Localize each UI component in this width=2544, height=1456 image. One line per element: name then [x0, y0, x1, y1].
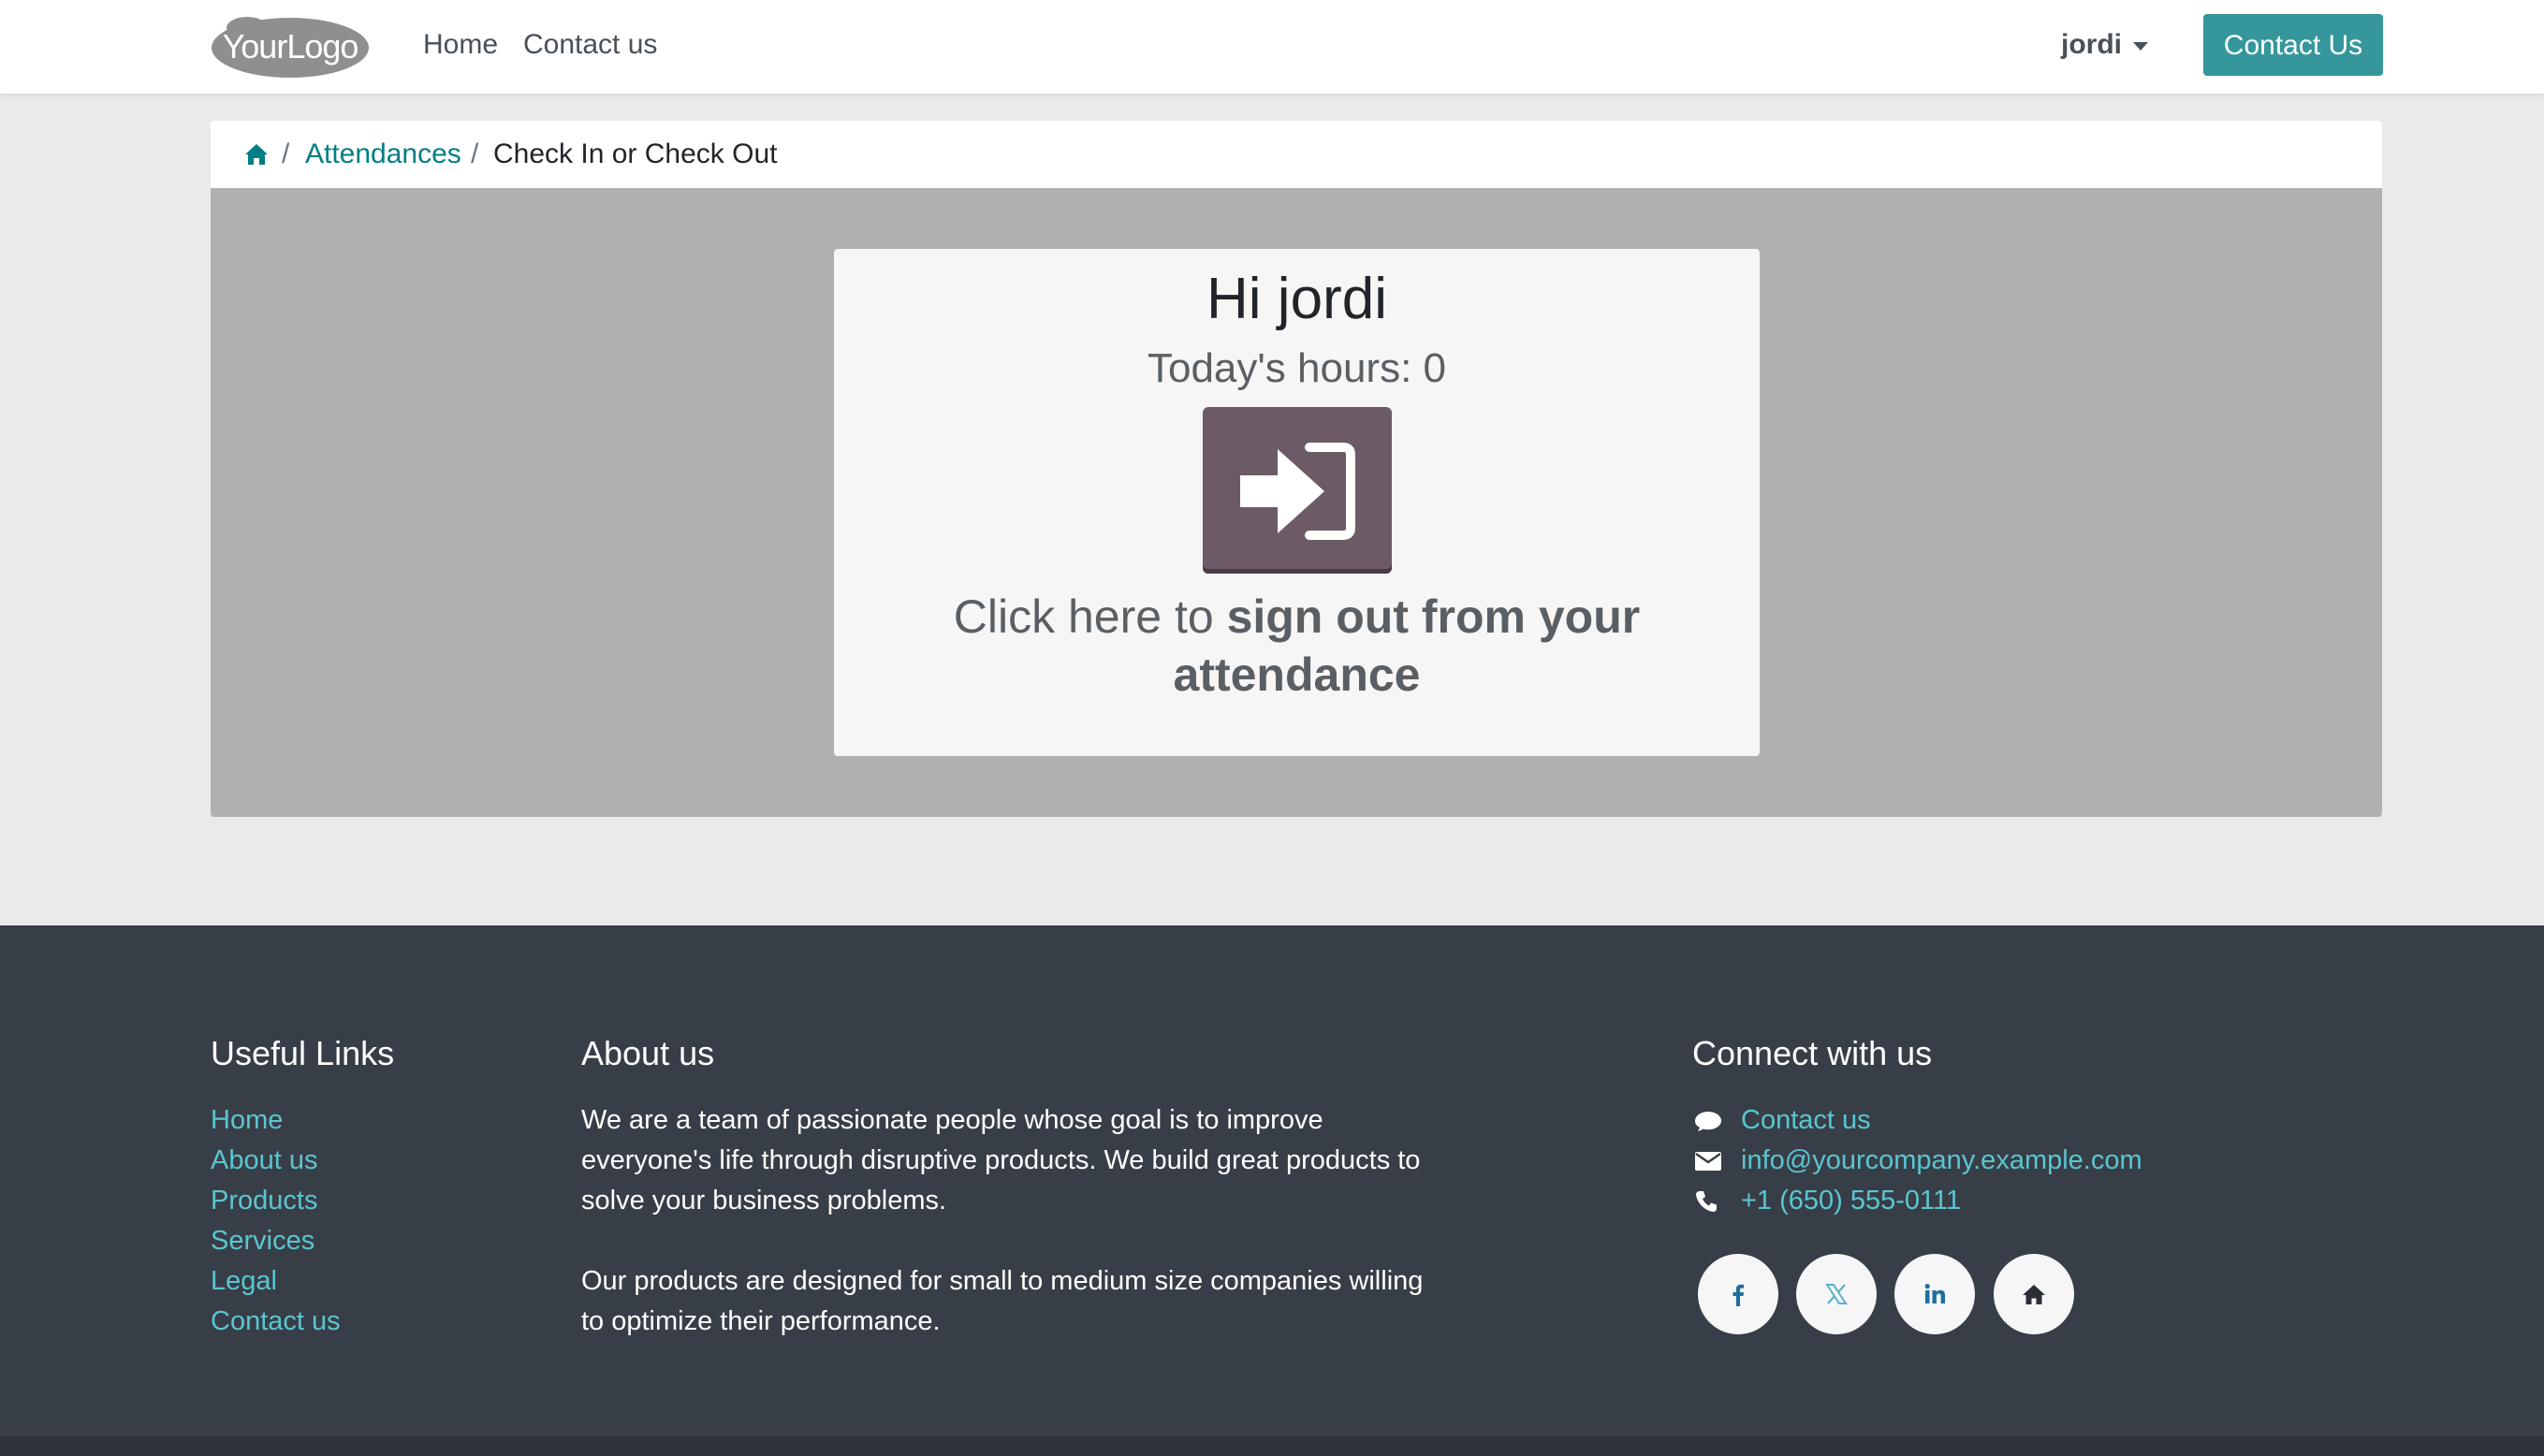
footer-link-services[interactable]: Services — [211, 1226, 314, 1256]
sign-in-arrow-icon — [1240, 442, 1355, 540]
check-out-button[interactable] — [1203, 407, 1392, 574]
prompt-prefix: Click here to — [953, 590, 1214, 643]
useful-links-heading: Useful Links — [211, 1034, 395, 1072]
x-twitter-icon — [1825, 1284, 1848, 1304]
home-icon — [2023, 1285, 2045, 1304]
website-home-button[interactable] — [1994, 1254, 2074, 1334]
about-paragraph: Our products are designed for small to m… — [581, 1266, 1424, 1336]
nav-home-link[interactable]: Home — [423, 28, 498, 62]
breadcrumb-attendances-link[interactable]: Attendances — [305, 121, 461, 188]
caret-down-icon — [2133, 41, 2148, 51]
prompt-action: sign out from your attendance — [1173, 590, 1641, 701]
footer-link-home[interactable]: Home — [211, 1105, 283, 1135]
envelope-icon — [1695, 1152, 1721, 1171]
logo-text: YourLogo — [223, 27, 358, 66]
nav-contact-link[interactable]: Contact us — [523, 28, 657, 62]
comment-icon — [1695, 1112, 1721, 1131]
list-item: Contact us — [1694, 1100, 2142, 1141]
footer-link-about[interactable]: About us — [211, 1145, 317, 1175]
attendance-card: Hi jordi Today's hours: 0 Click here to … — [834, 249, 1760, 756]
facebook-button[interactable] — [1698, 1254, 1778, 1334]
about-heading: About us — [581, 1034, 715, 1072]
about-text: We are a team of passionate people whose… — [581, 1100, 1452, 1382]
list-item: Services — [211, 1221, 341, 1261]
linkedin-icon — [1924, 1284, 1945, 1303]
user-dropdown[interactable]: jordi — [2061, 28, 2148, 62]
footer-link-legal[interactable]: Legal — [211, 1266, 277, 1296]
breadcrumb-current: Check In or Check Out — [493, 138, 778, 169]
about-paragraph: We are a team of passionate people whose… — [581, 1105, 1421, 1216]
footer-copyright-bar — [0, 1436, 2544, 1456]
list-item: +1 (650) 555-0111 — [1694, 1181, 2142, 1221]
contact-us-button[interactable]: Contact Us — [2203, 14, 2383, 76]
list-item: info@yourcompany.example.com — [1694, 1141, 2142, 1181]
linkedin-button[interactable] — [1894, 1254, 1975, 1334]
list-item: Legal — [211, 1261, 341, 1302]
home-icon[interactable] — [244, 143, 269, 166]
list-item: About us — [211, 1141, 341, 1181]
breadcrumb-separator: / — [282, 138, 290, 169]
useful-links-list: Home About us Products Services Legal Co… — [211, 1100, 341, 1342]
connect-heading: Connect with us — [1692, 1034, 1933, 1072]
attendance-panel: Hi jordi Today's hours: 0 Click here to … — [211, 188, 2382, 817]
footer-link-contact[interactable]: Contact us — [211, 1306, 341, 1336]
todays-hours: Today's hours: 0 — [1147, 345, 1447, 391]
connect-phone-link[interactable]: +1 (650) 555-0111 — [1741, 1186, 1961, 1216]
list-item: Products — [211, 1181, 341, 1221]
list-item: Home — [211, 1100, 341, 1141]
top-navbar: YourLogo Home Contact us jordi Contact U… — [0, 0, 2544, 95]
connect-email-link[interactable]: info@yourcompany.example.com — [1741, 1145, 2142, 1175]
connect-list: Contact us info@yourcompany.example.com … — [1694, 1100, 2142, 1221]
breadcrumb: / Attendances / Check In or Check Out — [211, 121, 2382, 188]
greeting-heading: Hi jordi — [1206, 267, 1387, 331]
connect-contact-link[interactable]: Contact us — [1741, 1105, 1871, 1135]
x-twitter-button[interactable] — [1796, 1254, 1877, 1334]
company-logo[interactable]: YourLogo — [210, 13, 371, 79]
list-item: Contact us — [211, 1302, 341, 1342]
footer-link-products[interactable]: Products — [211, 1186, 317, 1216]
phone-icon — [1696, 1191, 1717, 1212]
sign-out-prompt[interactable]: Click here to sign out from your attenda… — [909, 588, 1685, 704]
breadcrumb-separator: / — [471, 138, 479, 169]
facebook-icon — [1733, 1284, 1745, 1306]
user-name: jordi — [2061, 29, 2122, 60]
